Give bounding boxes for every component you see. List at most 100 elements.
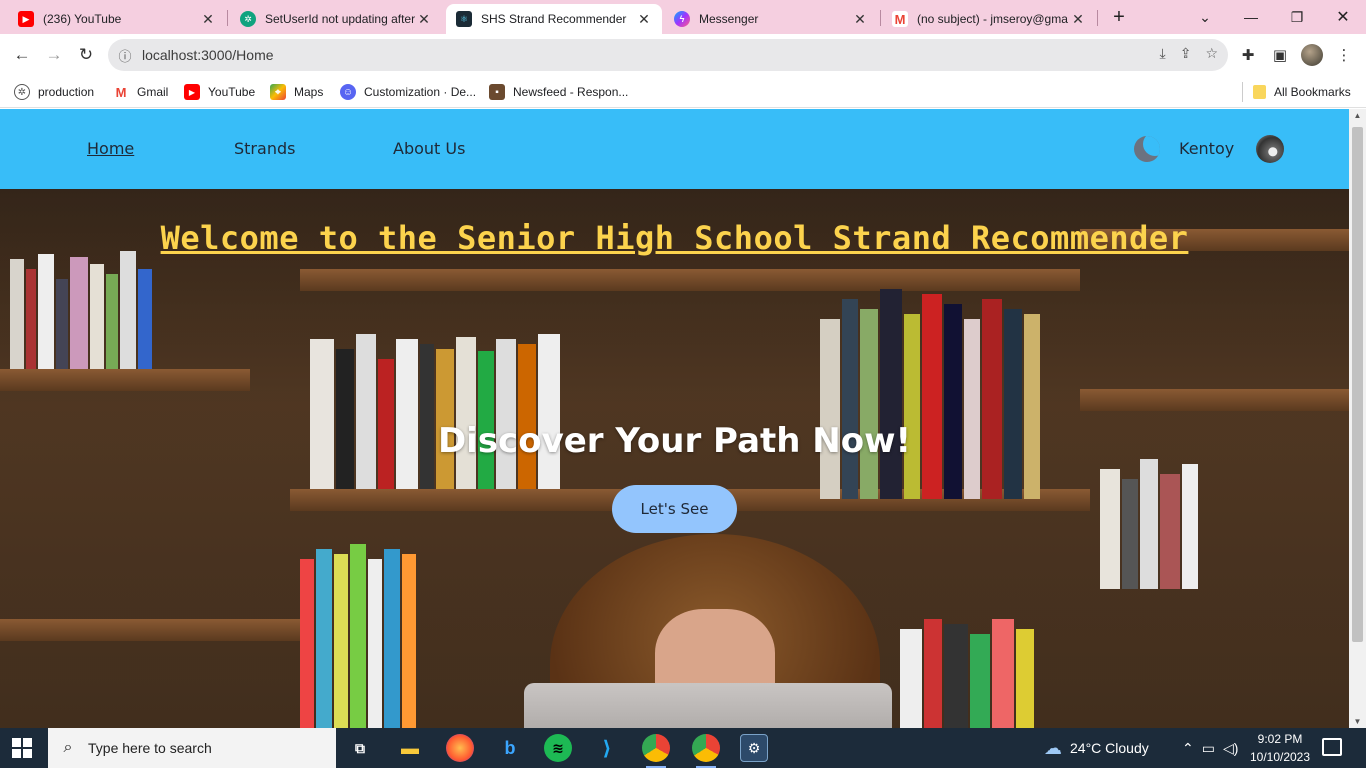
notification-icon[interactable]: [1322, 738, 1342, 756]
tray-chevron-icon[interactable]: ⌃: [1182, 740, 1194, 757]
bookshelf-plank: [1080, 389, 1349, 411]
lets-see-button[interactable]: Let's See: [612, 485, 737, 533]
taskbar-clock[interactable]: 9:02 PM 10/10/2023: [1240, 730, 1320, 766]
menu-icon[interactable]: ⋮: [1331, 42, 1357, 68]
bing-icon[interactable]: b: [496, 734, 524, 762]
bookmark-customization[interactable]: ☺ Customization · De...: [340, 82, 476, 102]
books-row: [310, 329, 562, 489]
chatgpt-icon: ✲: [14, 84, 30, 100]
youtube-icon: ▶: [184, 84, 200, 100]
user-avatar[interactable]: [1256, 135, 1284, 163]
profile-avatar: [1301, 44, 1323, 66]
newsfeed-icon: ▪: [489, 84, 505, 100]
chrome-profile-j-icon[interactable]: [642, 734, 670, 768]
volume-icon[interactable]: ◁): [1223, 740, 1238, 757]
scroll-thumb[interactable]: [1352, 127, 1363, 642]
share-icon[interactable]: ⇪: [1180, 45, 1192, 62]
tab-title: SetUserId not updating after: [265, 12, 416, 26]
tab-gmail[interactable]: M (no subject) - jmseroy@gma ✕: [882, 4, 1096, 34]
bookmark-production[interactable]: ✲ production: [14, 82, 94, 102]
tab-title: (no subject) - jmseroy@gma: [917, 12, 1068, 26]
tab-youtube[interactable]: ▶ (236) YouTube ✕: [8, 4, 226, 34]
system-tray: ⌃ ▭ ◁): [1182, 728, 1238, 768]
minimize-button[interactable]: —: [1228, 0, 1274, 34]
tab-separator: [227, 10, 228, 26]
bookmark-gmail[interactable]: M Gmail: [113, 82, 169, 102]
scroll-down-arrow-icon[interactable]: ▼: [1349, 717, 1366, 726]
install-app-icon[interactable]: ⤓: [1160, 45, 1166, 62]
close-icon[interactable]: ✕: [852, 11, 868, 28]
weather-widget[interactable]: ☁ 24°C Cloudy: [1044, 728, 1149, 768]
nav-about-link[interactable]: About Us: [393, 139, 465, 158]
vscode-icon[interactable]: ⟩: [593, 734, 621, 762]
address-bar[interactable]: ⓘ localhost:3000/Home ⤓ ⇪ ☆: [108, 39, 1228, 71]
extensions-icon[interactable]: ✚: [1235, 42, 1261, 68]
tab-title: SHS Strand Recommender: [481, 12, 627, 26]
weather-text: 24°C Cloudy: [1070, 740, 1149, 756]
hero-section: Welcome to the Senior High School Strand…: [0, 189, 1349, 728]
hero-title: Welcome to the Senior High School Strand…: [160, 219, 1189, 257]
books-row: [300, 539, 418, 728]
firefox-icon[interactable]: [446, 734, 474, 762]
gmail-icon: M: [115, 84, 127, 100]
profile-button[interactable]: [1299, 42, 1325, 68]
maps-icon: ⌖: [270, 84, 286, 100]
close-icon[interactable]: ✕: [200, 11, 216, 28]
close-icon[interactable]: ✕: [1070, 11, 1086, 28]
bookmark-label: production: [38, 85, 95, 99]
nav-strands-link[interactable]: Strands: [234, 139, 295, 158]
bookmark-label: Customization · De...: [364, 85, 477, 99]
xampp-icon[interactable]: ⚙: [740, 734, 768, 762]
close-icon[interactable]: ✕: [636, 11, 652, 28]
tab-search-icon[interactable]: ⌄: [1182, 0, 1228, 34]
tab-separator: [880, 10, 881, 26]
close-window-button[interactable]: ✕: [1320, 0, 1366, 34]
windows-start-icon[interactable]: [12, 738, 32, 758]
new-tab-button[interactable]: +: [1096, 0, 1142, 34]
clock-date: 10/10/2023: [1249, 750, 1311, 764]
spotify-icon[interactable]: ≋: [544, 734, 572, 762]
react-icon: ⚛: [456, 11, 472, 27]
taskbar-search-box[interactable]: ⌕ Type here to search: [48, 728, 336, 768]
books-row: [900, 609, 1036, 728]
bookmark-youtube[interactable]: ▶ YouTube: [184, 82, 255, 102]
network-icon[interactable]: ▭: [1202, 740, 1215, 757]
restore-button[interactable]: ❐: [1274, 0, 1320, 34]
bookshelf-plank: [0, 619, 300, 641]
reload-button[interactable]: ↻: [73, 42, 99, 68]
bookmark-maps[interactable]: ⌖ Maps: [270, 82, 323, 102]
all-bookmarks[interactable]: All Bookmarks: [1242, 82, 1351, 102]
file-explorer-icon[interactable]: ▬: [396, 734, 424, 762]
bookmark-newsfeed[interactable]: ▪ Newsfeed - Respon...: [489, 82, 628, 102]
task-view-icon[interactable]: ⧉: [346, 734, 374, 762]
chatgpt-icon: ✲: [240, 11, 256, 27]
scroll-up-arrow-icon[interactable]: ▲: [1349, 111, 1366, 120]
cloud-icon: ☁: [1044, 737, 1062, 758]
close-icon[interactable]: ✕: [416, 11, 432, 28]
bookshelf-plank: [0, 369, 250, 391]
nav-home-link[interactable]: Home: [87, 139, 134, 158]
bookmark-star-icon[interactable]: ☆: [1205, 45, 1218, 62]
side-panel-icon[interactable]: ▣: [1267, 42, 1293, 68]
bookmark-label: Newsfeed - Respon...: [513, 85, 629, 99]
discord-icon: ☺: [340, 84, 356, 100]
site-info-icon[interactable]: ⓘ: [108, 46, 142, 65]
page-scrollbar[interactable]: ▲ ▼: [1349, 109, 1366, 728]
books-row: [1100, 449, 1200, 589]
windows-taskbar: ⌕ Type here to search ⧉ ▬ b ≋ ⟩ ⚙ ☁ 24°C…: [0, 728, 1366, 768]
back-button[interactable]: ←: [9, 42, 35, 68]
tab-shs-strand[interactable]: ⚛ SHS Strand Recommender ✕: [446, 4, 662, 34]
bookmark-label: Gmail: [137, 85, 169, 99]
chrome-icon[interactable]: [692, 734, 720, 768]
forward-button[interactable]: →: [41, 42, 67, 68]
taskbar-search-placeholder: Type here to search: [88, 740, 212, 756]
bookmark-label: Maps: [294, 85, 324, 99]
site-navbar: Home Strands About Us Kentoy: [0, 109, 1349, 189]
clock-time: 9:02 PM: [1257, 732, 1303, 746]
dark-mode-moon-icon[interactable]: [1134, 136, 1160, 162]
laptop-image: [524, 683, 892, 728]
tab-setuserid[interactable]: ✲ SetUserId not updating after ✕: [230, 4, 442, 34]
tab-messenger[interactable]: ϟ Messenger ✕: [664, 4, 878, 34]
all-bookmarks-label: All Bookmarks: [1274, 85, 1351, 99]
tab-strip: ▶ (236) YouTube ✕ ✲ SetUserId not updati…: [0, 0, 1366, 34]
